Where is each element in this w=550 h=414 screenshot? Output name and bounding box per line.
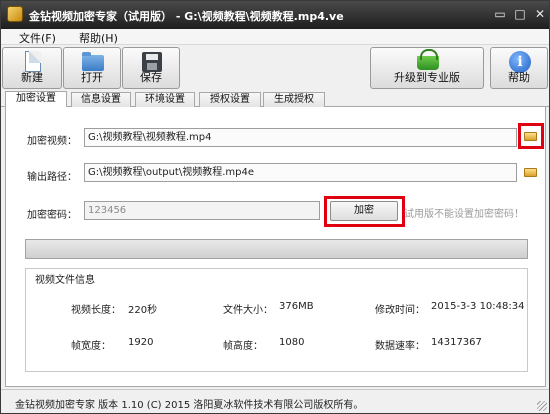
browse-output-button[interactable]: [522, 164, 539, 179]
video-field-label: 加密视频：: [27, 136, 77, 147]
menu-help[interactable]: 帮助(H): [79, 30, 118, 46]
resize-grip-icon[interactable]: [537, 401, 547, 411]
shopping-basket-icon: [417, 49, 439, 70]
size-label: 文件大小：: [223, 305, 273, 316]
video-info-title: 视频文件信息: [33, 271, 97, 286]
progress-bar: [25, 239, 528, 259]
browse-video-button[interactable]: [522, 128, 539, 143]
frame-width-label: 帧宽度：: [71, 341, 111, 352]
frame-height-label: 帧高度：: [223, 341, 263, 352]
duration-value: 220秒: [128, 305, 158, 316]
duration-label: 视频长度：: [71, 305, 121, 316]
maximize-button[interactable]: □: [509, 5, 531, 23]
window-title: 金钻视频加密专家（试用版） - G:\视频教程\视频教程.mp4.ve: [29, 10, 344, 23]
encrypt-button[interactable]: 加密: [330, 201, 398, 221]
tab-info-settings[interactable]: 信息设置: [71, 92, 131, 107]
app-logo-icon: [7, 6, 23, 22]
output-path-field[interactable]: G:\视频教程\output\视频教程.mp4e: [84, 163, 517, 182]
tab-authorization-settings[interactable]: 授权设置: [199, 92, 261, 107]
menu-file[interactable]: 文件(F): [19, 30, 56, 46]
size-value: 376MB: [279, 301, 314, 312]
status-text: 金钻视频加密专家 版本 1.10 (C) 2015 洛阳夏冰软件技术有限公司版权…: [15, 400, 364, 411]
minimize-button[interactable]: ▭: [489, 5, 511, 23]
video-info-group: [25, 268, 528, 372]
save-button-label: 保存: [140, 71, 162, 84]
app-window: 金钻视频加密专家（试用版） - G:\视频教程\视频教程.mp4.ve ▭ □ …: [0, 0, 550, 414]
title-bar[interactable]: 金钻视频加密专家（试用版） - G:\视频教程\视频教程.mp4.ve ▭ □ …: [1, 1, 549, 29]
upgrade-button[interactable]: 升级到专业版: [370, 47, 484, 89]
open-button-label: 打开: [81, 71, 103, 84]
open-folder-icon: [524, 132, 537, 141]
tab-encrypt-settings[interactable]: 加密设置: [5, 91, 67, 108]
help-button-label: 帮助: [508, 71, 530, 84]
modified-value: 2015-3-3 10:48:34: [431, 301, 525, 312]
tab-generate-authorization[interactable]: 生成授权: [263, 92, 325, 107]
new-button[interactable]: 新建: [2, 47, 62, 89]
help-button[interactable]: i 帮助: [490, 47, 548, 89]
data-rate-value: 14317367: [431, 337, 482, 348]
open-folder-icon: [524, 168, 537, 177]
tab-environment-settings[interactable]: 环境设置: [135, 92, 195, 107]
trial-hint: 试用版不能设置加密密码！: [404, 209, 524, 220]
tab-strip: 加密设置 信息设置 环境设置 授权设置 生成授权: [1, 91, 549, 108]
open-button[interactable]: 打开: [63, 47, 121, 89]
toolbar: 新建 打开 保存 升级到专业版 i 帮助: [1, 45, 549, 91]
password-field-label: 加密密码：: [27, 210, 77, 221]
modified-label: 修改时间：: [375, 305, 425, 316]
frame-height-value: 1080: [279, 337, 305, 348]
close-button[interactable]: ✕: [529, 5, 549, 23]
upgrade-button-label: 升级到专业版: [394, 71, 460, 84]
output-field-label: 输出路径：: [27, 172, 77, 183]
frame-width-value: 1920: [128, 337, 154, 348]
save-button[interactable]: 保存: [122, 47, 180, 89]
video-path-field[interactable]: G:\视频教程\视频教程.mp4: [84, 128, 517, 147]
password-field[interactable]: 123456: [84, 201, 320, 220]
status-bar: 金钻视频加密专家 版本 1.10 (C) 2015 洛阳夏冰软件技术有限公司版权…: [1, 389, 549, 413]
data-rate-label: 数据速率：: [375, 341, 425, 352]
menu-bar: 文件(F) 帮助(H): [1, 29, 549, 45]
new-button-label: 新建: [21, 71, 43, 84]
